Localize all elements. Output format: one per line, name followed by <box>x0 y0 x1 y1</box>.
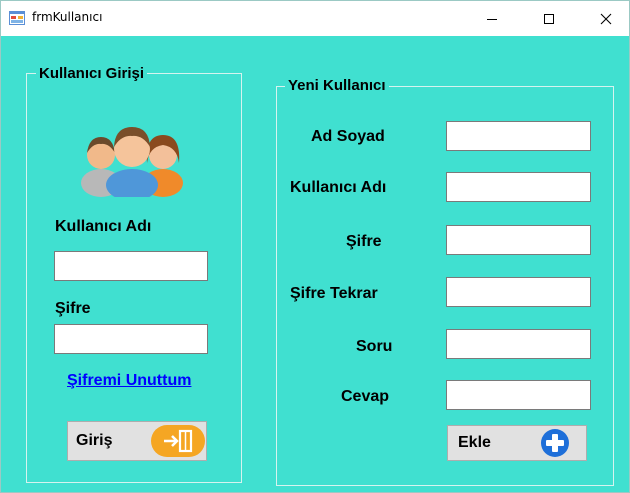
password-repeat-label: Şifre Tekrar <box>290 285 378 302</box>
new-password-label: Şifre <box>346 233 382 250</box>
close-button[interactable] <box>583 1 629 36</box>
login-password-input[interactable] <box>54 324 208 354</box>
new-password-input[interactable] <box>446 225 591 255</box>
login-group-title: Kullanıcı Girişi <box>36 65 148 82</box>
login-username-label: Kullanıcı Adı <box>55 218 152 235</box>
add-user-button[interactable]: Ekle <box>447 425 587 461</box>
password-repeat-input[interactable] <box>446 277 591 307</box>
main-window: frmKullanıcı Kullanıcı Girişi Kullanıcı … <box>0 0 630 493</box>
login-button-label: Giriş <box>76 432 113 449</box>
maximize-icon <box>544 13 554 24</box>
full-name-input[interactable] <box>446 121 591 151</box>
exit-door-icon <box>151 425 205 457</box>
forgot-password-link[interactable]: Şifremi Unuttum <box>67 372 191 390</box>
answer-label: Cevap <box>341 388 390 405</box>
full-name-label: Ad Soyad <box>311 128 385 145</box>
window-title: frmKullanıcı <box>32 10 103 24</box>
plus-circle-icon <box>541 429 569 457</box>
close-icon <box>600 13 612 24</box>
login-password-label: Şifre <box>55 300 91 317</box>
login-username-input[interactable] <box>54 251 208 281</box>
new-username-input[interactable] <box>446 172 591 202</box>
title-bar[interactable]: frmKullanıcı <box>1 1 629 36</box>
question-label: Soru <box>356 338 393 355</box>
maximize-button[interactable] <box>526 1 572 36</box>
question-input[interactable] <box>446 329 591 359</box>
window-app-icon <box>9 11 25 25</box>
new-username-label: Kullanıcı Adı <box>290 179 387 196</box>
login-button[interactable]: Giriş <box>67 421 207 461</box>
minimize-button[interactable] <box>469 1 515 36</box>
add-user-button-label: Ekle <box>458 434 491 451</box>
users-group-icon <box>81 127 183 197</box>
minimize-icon <box>487 18 497 20</box>
answer-input[interactable] <box>446 380 591 410</box>
new-user-group-title: Yeni Kullanıcı <box>285 77 389 94</box>
